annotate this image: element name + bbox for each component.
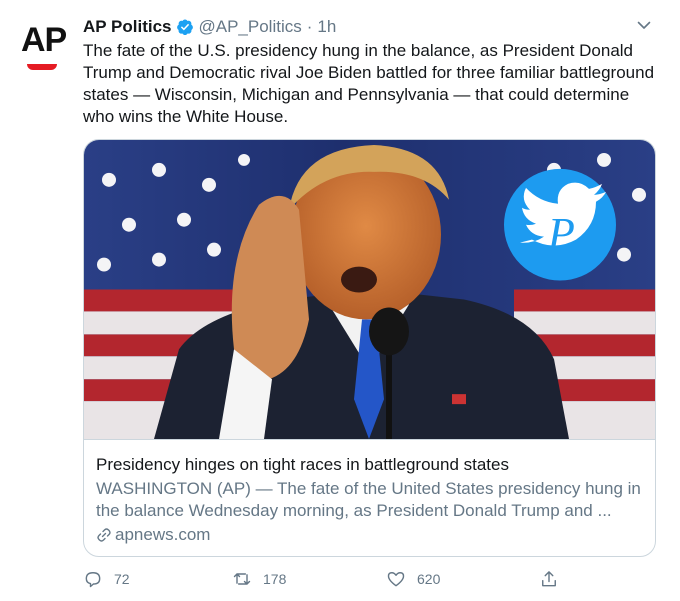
- tweet-header: AP Politics @AP_Politics · 1h: [83, 16, 336, 38]
- action-bar: 72 178 620: [83, 566, 663, 592]
- handle[interactable]: @AP_Politics: [199, 17, 302, 37]
- card-body[interactable]: Presidency hinges on tight races in batt…: [84, 440, 655, 556]
- reply-count: 72: [114, 571, 130, 587]
- card-image[interactable]: P: [84, 140, 655, 440]
- reply-icon: [85, 572, 101, 588]
- share-button[interactable]: [539, 566, 559, 592]
- retweet-icon: [233, 573, 251, 585]
- link-card[interactable]: P Presidency hinges on tight races in ba…: [83, 139, 656, 557]
- separator-dot: ·: [306, 17, 313, 36]
- avatar-logo-text: AP: [21, 21, 67, 59]
- tweet[interactable]: AP AP Politics @AP_Politics · 1h The fat…: [0, 0, 680, 601]
- card-domain-text: apnews.com: [115, 525, 211, 544]
- retweet-button[interactable]: 178: [232, 566, 286, 592]
- timestamp[interactable]: 1h: [317, 17, 336, 37]
- tweet-text: The fate of the U.S. presidency hung in …: [83, 41, 655, 126]
- reply-button[interactable]: 72: [83, 566, 130, 592]
- card-domain: apnews.com: [96, 524, 641, 546]
- avatar-logo-swoosh: [27, 64, 57, 70]
- like-count: 620: [417, 571, 441, 587]
- chevron-down-icon[interactable]: [636, 17, 652, 33]
- microphone: [369, 307, 409, 356]
- twitter-bird-icon: P: [504, 168, 616, 281]
- card-description: WASHINGTON (AP) — The fate of the United…: [96, 479, 641, 520]
- avatar[interactable]: AP: [17, 20, 67, 75]
- link-icon: [97, 528, 111, 542]
- card-title: Presidency hinges on tight races in batt…: [96, 455, 509, 474]
- like-button[interactable]: 620: [386, 566, 440, 592]
- lapel-pin: [452, 394, 466, 405]
- retweet-count: 178: [263, 571, 287, 587]
- like-icon: [387, 572, 405, 587]
- verified-icon: [176, 19, 193, 36]
- share-icon: [542, 571, 556, 587]
- display-name[interactable]: AP Politics: [83, 17, 172, 37]
- watermark-letter: P: [547, 209, 575, 258]
- mouth: [341, 266, 377, 293]
